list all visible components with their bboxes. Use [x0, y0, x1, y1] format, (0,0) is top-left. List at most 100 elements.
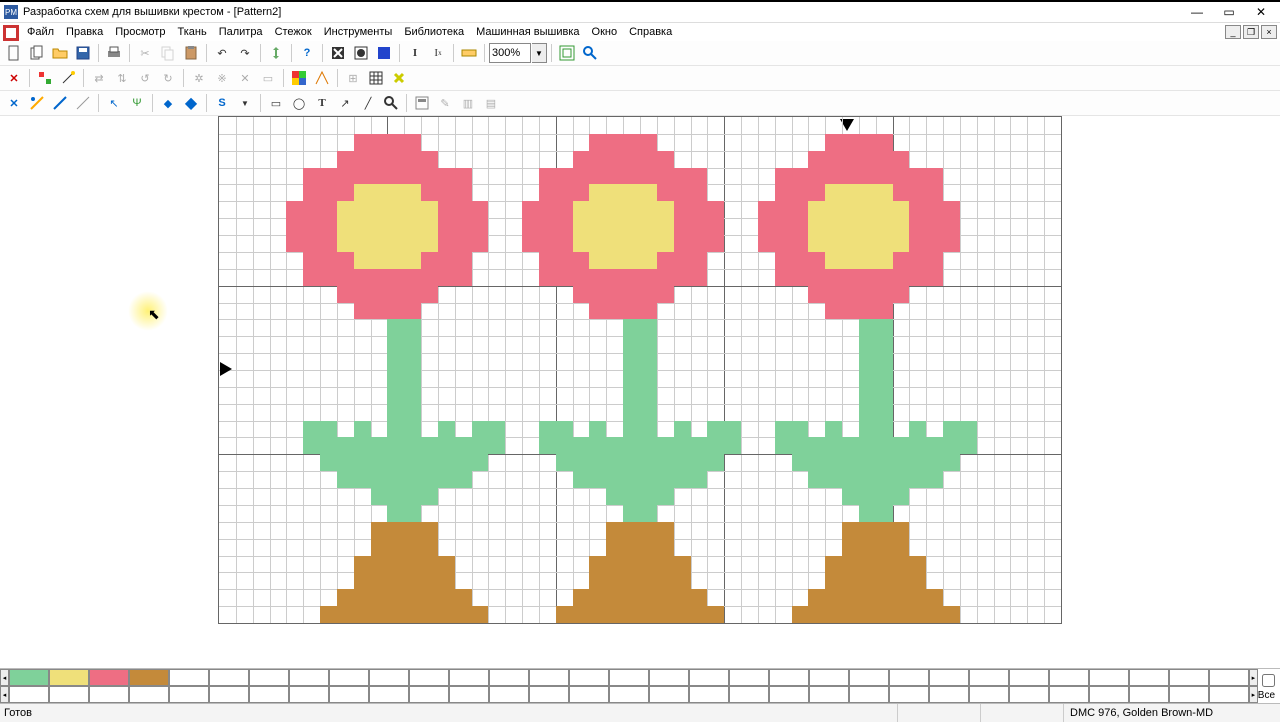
- stitch-cell[interactable]: [623, 606, 640, 623]
- mdi-minimize-button[interactable]: _: [1225, 25, 1241, 39]
- stitch-cell[interactable]: [387, 151, 404, 168]
- stitch-cell[interactable]: [808, 606, 825, 623]
- stitch-cell[interactable]: [606, 168, 623, 185]
- stitch-cell[interactable]: [859, 505, 876, 522]
- stitch-cell[interactable]: [808, 218, 825, 235]
- palette-swatch[interactable]: [249, 686, 289, 703]
- stitch-cell[interactable]: [387, 437, 404, 454]
- stitch-cell[interactable]: [589, 134, 606, 151]
- palette-swatch[interactable]: [369, 686, 409, 703]
- stitch-cell[interactable]: [387, 218, 404, 235]
- stitch-cell[interactable]: [657, 454, 674, 471]
- stitch-cell[interactable]: [522, 218, 539, 235]
- stitch-cell[interactable]: [404, 201, 421, 218]
- stitch-cell[interactable]: [354, 235, 371, 252]
- stitch-cell[interactable]: [842, 218, 859, 235]
- stitch-cell[interactable]: [876, 353, 893, 370]
- stitch-cell[interactable]: [320, 269, 337, 286]
- palette-swatch[interactable]: [609, 686, 649, 703]
- stitch-cell[interactable]: [792, 184, 809, 201]
- stitch-cell[interactable]: [573, 184, 590, 201]
- stitch-cell[interactable]: [775, 235, 792, 252]
- stitch-cell[interactable]: [808, 168, 825, 185]
- stitch-cell[interactable]: [842, 539, 859, 556]
- menu-инструменты[interactable]: Инструменты: [318, 25, 399, 39]
- stitch-cell[interactable]: [522, 235, 539, 252]
- stitch-cell[interactable]: [589, 303, 606, 320]
- stitch-cell[interactable]: [371, 168, 388, 185]
- stitch-cell[interactable]: [859, 572, 876, 589]
- mdi-close-button[interactable]: ×: [1261, 25, 1277, 39]
- stitch-cell[interactable]: [488, 437, 505, 454]
- stitch-cell[interactable]: [691, 606, 708, 623]
- stitch-cell[interactable]: [691, 252, 708, 269]
- stitch-cell[interactable]: [674, 572, 691, 589]
- stitch-cell[interactable]: [707, 421, 724, 438]
- stitch-cell[interactable]: [808, 589, 825, 606]
- stitch-cell[interactable]: [640, 471, 657, 488]
- stitch-cell[interactable]: [909, 184, 926, 201]
- grid-highlight-icon[interactable]: [388, 67, 410, 89]
- stitch-cell[interactable]: [387, 454, 404, 471]
- stitch-cell[interactable]: [303, 235, 320, 252]
- stitch-cell[interactable]: [724, 421, 741, 438]
- stitch-cell[interactable]: [320, 201, 337, 218]
- stitch-cell[interactable]: [472, 606, 489, 623]
- stitch-cell[interactable]: [825, 589, 842, 606]
- palette-swatch[interactable]: [1009, 686, 1049, 703]
- stitch-cell[interactable]: [640, 539, 657, 556]
- stitch-cell[interactable]: [893, 556, 910, 573]
- stitch-cell[interactable]: [909, 589, 926, 606]
- stitch-cell[interactable]: [354, 589, 371, 606]
- text-tool-icon[interactable]: T: [311, 92, 333, 114]
- stitch-cell[interactable]: [825, 556, 842, 573]
- stitch-cell[interactable]: [354, 252, 371, 269]
- stitch-cell[interactable]: [859, 269, 876, 286]
- stitch-cell[interactable]: [842, 437, 859, 454]
- stitch-cell[interactable]: [573, 286, 590, 303]
- palette-all-checkbox[interactable]: Все: [1258, 671, 1280, 701]
- stitch-cell[interactable]: [926, 589, 943, 606]
- stitch-cell[interactable]: [623, 387, 640, 404]
- palette-swatch[interactable]: [49, 686, 89, 703]
- stitch-cell[interactable]: [859, 454, 876, 471]
- stitch-cell[interactable]: [539, 201, 556, 218]
- stitch-cell[interactable]: [674, 421, 691, 438]
- stitch-cell[interactable]: [337, 168, 354, 185]
- paste-icon[interactable]: [180, 42, 202, 64]
- stitch-cell[interactable]: [909, 556, 926, 573]
- stitch-cell[interactable]: [876, 589, 893, 606]
- stitch-cell[interactable]: [640, 454, 657, 471]
- stitch-cell[interactable]: [893, 235, 910, 252]
- stitch-cell[interactable]: [657, 437, 674, 454]
- rotate-cw-icon[interactable]: ↻: [157, 67, 179, 89]
- ellipse-tool-icon[interactable]: ◯: [288, 92, 310, 114]
- stitch-cell[interactable]: [472, 437, 489, 454]
- open-file-icon[interactable]: [49, 42, 71, 64]
- palette-swatch[interactable]: [889, 669, 929, 686]
- stitch-cell[interactable]: [421, 168, 438, 185]
- stitch-cell[interactable]: [606, 269, 623, 286]
- stitch-cell[interactable]: [825, 218, 842, 235]
- stitch-cell[interactable]: [674, 454, 691, 471]
- menu-просмотр[interactable]: Просмотр: [109, 25, 171, 39]
- stitch-cell[interactable]: [926, 454, 943, 471]
- fill-full-icon[interactable]: [373, 42, 395, 64]
- palette-swatch[interactable]: [89, 669, 129, 686]
- stitch-cell[interactable]: [640, 488, 657, 505]
- stitch-cell[interactable]: [707, 201, 724, 218]
- stitch-cell[interactable]: [775, 421, 792, 438]
- stitch-cell[interactable]: [876, 235, 893, 252]
- stitch-cell[interactable]: [421, 572, 438, 589]
- stitch-cell[interactable]: [387, 201, 404, 218]
- stitch-cell[interactable]: [421, 454, 438, 471]
- stitch-cell[interactable]: [371, 151, 388, 168]
- stitch-cell[interactable]: [472, 201, 489, 218]
- stitch-cell[interactable]: [438, 269, 455, 286]
- stitch-cell[interactable]: [640, 522, 657, 539]
- small-bead-icon[interactable]: ◆: [157, 92, 179, 114]
- stitch-cell[interactable]: [573, 606, 590, 623]
- palette-swatch[interactable]: [929, 686, 969, 703]
- stitch-cell[interactable]: [606, 606, 623, 623]
- stitch-cell[interactable]: [623, 336, 640, 353]
